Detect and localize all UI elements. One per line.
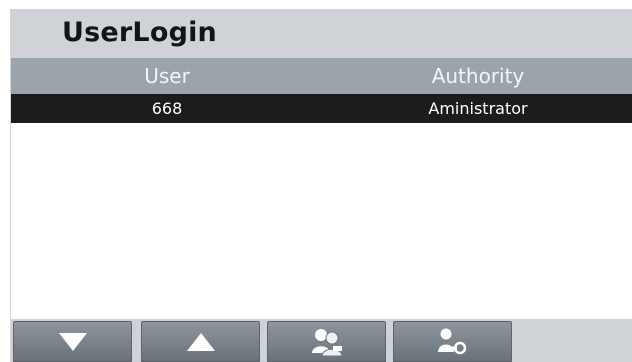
user-login-button[interactable] — [267, 321, 386, 362]
user-key-icon — [437, 328, 466, 354]
page-title: UserLogin — [62, 17, 217, 48]
arrow-up-icon — [186, 332, 215, 351]
scroll-down-button[interactable] — [13, 321, 132, 362]
user-list-area — [11, 123, 632, 319]
column-header-authority: Authority — [431, 64, 525, 88]
bottom-toolbar — [11, 319, 632, 362]
cell-user: 668 — [151, 99, 183, 118]
users-login-icon — [311, 328, 343, 356]
table-row[interactable]: 668 Aministrator — [11, 94, 632, 123]
cell-authority: Aministrator — [428, 99, 528, 118]
scroll-up-button[interactable] — [141, 321, 260, 362]
title-bar: UserLogin — [11, 9, 632, 58]
user-login-screen: UserLogin User Authority 668 Aministrato… — [10, 9, 632, 362]
arrow-down-icon — [58, 332, 87, 351]
table-header: User Authority — [11, 58, 632, 94]
column-header-user: User — [144, 64, 190, 88]
authority-key-button[interactable] — [393, 321, 512, 362]
